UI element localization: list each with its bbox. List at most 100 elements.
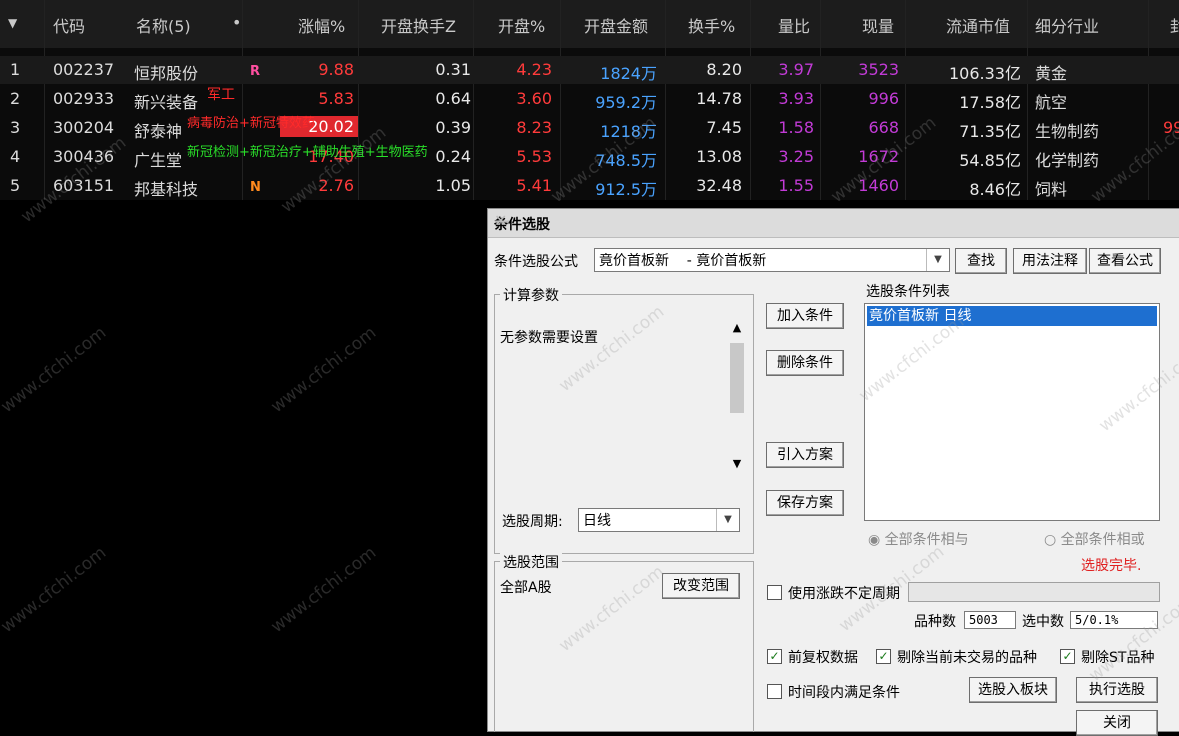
radio-or[interactable]: ○ 全部条件相或 [1044,529,1145,549]
params-scrollbar[interactable]: ▲ ▼ [728,321,746,473]
radio-or-label: 全部条件相或 [1060,532,1145,548]
change-scope-button[interactable]: 改变范围 [662,573,740,599]
scroll-up-icon[interactable]: ▲ [728,321,746,334]
watermark: www.cfchi.com [267,322,381,418]
watermark: www.cfchi.com [0,542,111,638]
period-condition-label: 时间段内满足条件 [788,685,900,701]
current-volume: 668 [868,118,899,137]
usage-notes-button[interactable]: 用法注释 [1013,248,1087,274]
stock-code: 300204 [53,118,115,137]
sort-down-icon[interactable]: ▼ [8,16,17,30]
col-seal[interactable]: 封 [1170,13,1179,37]
industry: 饲料 [1035,180,1068,199]
condition-list[interactable]: 竟价首板新 日线 [864,303,1160,521]
col-code[interactable]: 代码 [53,13,85,37]
radio-and[interactable]: ◉ 全部条件相与 [868,529,969,549]
find-button[interactable]: 查找 [955,248,1007,274]
open-turnover: 0.64 [435,89,471,108]
period-condition-checkbox[interactable] [767,684,782,699]
current-volume: 3523 [858,60,899,79]
open-pct: 3.60 [516,89,552,108]
chevron-down-icon[interactable]: ▼ [926,249,949,271]
col-current-volume[interactable]: 现量 [862,13,894,37]
save-plan-button[interactable]: 保存方案 [766,490,844,516]
skip-untraded-checkbox[interactable]: ✓ [876,649,891,664]
open-pct: 5.53 [516,147,552,166]
col-industry[interactable]: 细分行业 [1035,13,1099,37]
col-volume-ratio[interactable]: 量比 [778,13,810,37]
col-dot[interactable]: • [232,13,241,32]
market-cap: 106.33亿 [949,64,1021,83]
open-pct: 8.23 [516,118,552,137]
volume-ratio: 3.97 [778,60,814,79]
current-volume: 1672 [858,147,899,166]
concept-tag-military: 军工 [207,87,235,103]
seal-value: 99 [1163,118,1179,137]
close-icon[interactable]: ✕ [494,211,1172,230]
params-group-title: 计算参数 [500,285,562,305]
skip-st-label: 剔除ST品种 [1081,650,1155,666]
current-volume: 1460 [858,176,899,195]
period-label: 选股周期: [502,514,563,530]
grid-header: ▼ 代码 名称(5) • 涨幅% 开盘换手Z 开盘% 开盘金额 换手% 量比 现… [0,0,1179,48]
watermark: www.cfchi.com [0,322,111,418]
forward-adjust-checkbox[interactable]: ✓ [767,649,782,664]
stock-name: 新兴装备 [134,93,199,112]
scope-group-title: 选股范围 [500,552,562,572]
col-open-turnover[interactable]: 开盘换手Z [381,13,456,37]
col-turnover[interactable]: 换手% [688,13,735,37]
change-pct: 5.83 [318,89,354,108]
chevron-down-icon[interactable]: ▼ [716,509,739,531]
n-badge: N [250,180,261,195]
col-change-pct[interactable]: 涨幅% [298,13,345,37]
turnover: 32.48 [696,176,742,195]
dialog-titlebar[interactable]: 条件选股 — ✕ [488,209,1179,238]
stock-name: 邦基科技 [134,180,199,199]
turnover: 13.08 [696,147,742,166]
scroll-thumb[interactable] [730,343,744,413]
scroll-down-icon[interactable]: ▼ [728,457,746,470]
skip-st-checkbox[interactable]: ✓ [1060,649,1075,664]
count-field: 5003 [964,611,1016,629]
stock-name: 广生堂 [134,151,183,170]
list-item[interactable]: 竟价首板新 日线 [867,306,1157,326]
formula-select[interactable]: 竟价首板新 - 竟价首板新 [594,248,950,272]
open-pct: 4.23 [516,60,552,79]
col-name[interactable]: 名称(5) [136,13,191,37]
delete-condition-button[interactable]: 删除条件 [766,350,844,376]
industry: 黄金 [1035,64,1068,83]
table-row[interactable]: 4 300436 广生堂 17.40 0.24 5.53 748.5万 13.0… [0,143,1179,171]
volume-ratio: 3.25 [778,147,814,166]
open-turnover: 0.31 [435,60,471,79]
col-open-pct[interactable]: 开盘% [498,13,545,37]
run-select-button[interactable]: 执行选股 [1076,677,1158,703]
add-to-block-button[interactable]: 选股入板块 [969,677,1057,703]
radio-and-label: 全部条件相与 [884,532,969,548]
change-pct: 2.76 [318,176,354,195]
open-turnover: 0.39 [435,118,471,137]
add-condition-button[interactable]: 加入条件 [766,303,844,329]
col-market-cap[interactable]: 流通市值 [946,13,1010,37]
col-open-amount[interactable]: 开盘金额 [584,13,648,37]
table-row[interactable]: 5 603151 邦基科技 N 2.76 1.05 5.41 912.5万 32… [0,172,1179,200]
close-button[interactable]: 关闭 [1076,710,1158,736]
uncertain-period-label: 使用涨跌不定周期 [788,586,900,602]
table-row[interactable]: 1 002237 恒邦股份 R 9.88 0.31 4.23 1824万 8.2… [0,56,1179,84]
industry: 生物制药 [1035,122,1100,141]
stock-name: 恒邦股份 [134,64,199,83]
stock-code: 300436 [53,147,115,166]
stock-code: 002237 [53,60,115,79]
import-plan-button[interactable]: 引入方案 [766,442,844,468]
open-turnover: 0.24 [435,147,471,166]
table-row[interactable]: 3 300204 舒泰神 20.02 0.39 8.23 1218万 7.45 … [0,114,1179,142]
selected-label: 选中数 [1022,614,1064,630]
volume-ratio: 1.55 [778,176,814,195]
change-pct: 9.88 [318,60,354,79]
current-volume: 996 [868,89,899,108]
r-badge: R [250,64,261,79]
table-row[interactable]: 2 002933 新兴装备 5.83 0.64 3.60 959.2万 14.7… [0,85,1179,113]
view-formula-button[interactable]: 查看公式 [1089,248,1161,274]
industry: 化学制药 [1035,151,1100,170]
market-cap: 8.46亿 [969,180,1021,199]
uncertain-period-checkbox[interactable] [767,585,782,600]
